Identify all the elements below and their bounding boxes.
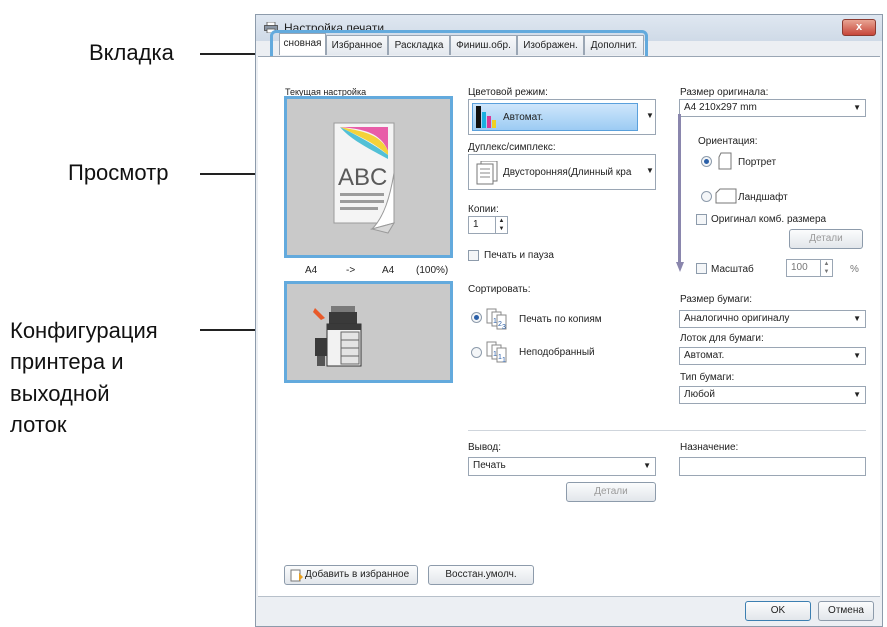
add-favorite-button[interactable]: Добавить в избранное <box>284 565 418 585</box>
destination-input[interactable] <box>679 457 866 476</box>
orig-size-dropdown-icon: ▼ <box>853 103 861 112</box>
duplex-label: Дуплекс/симплекс: <box>468 142 556 153</box>
copies-label: Копии: <box>468 204 499 215</box>
orientation-label: Ориентация: <box>698 136 758 147</box>
tray-value: Автомат. <box>684 350 725 361</box>
paper-size-value: Аналогично оригиналу <box>684 313 790 324</box>
section-divider <box>468 430 866 431</box>
output-value: Печать <box>473 460 506 471</box>
svg-text:3: 3 <box>502 324 506 331</box>
orig-size-select[interactable]: A4 210x297 mm ▼ <box>679 99 866 117</box>
print-pause-label: Печать и пауза <box>484 250 554 261</box>
scale-unit: % <box>850 264 859 275</box>
orig-size-value: A4 210x297 mm <box>684 102 757 113</box>
page-preview: ABC <box>284 96 453 258</box>
sort-uncollated-radio[interactable] <box>471 347 482 358</box>
printer-icon-large <box>313 306 362 367</box>
sort-uncollated-label: Неподобранный <box>519 347 595 358</box>
uncollated-icon: 1 1 1 <box>486 341 507 364</box>
tray-select[interactable]: Автомат. ▼ <box>679 347 866 365</box>
sort-label: Сортировать: <box>468 284 531 295</box>
scale-spinner[interactable]: ▲ ▼ <box>820 260 832 276</box>
paper-type-value: Любой <box>684 389 715 400</box>
color-mode-label: Цветовой режим: <box>468 87 548 98</box>
scale-value: 100 <box>791 262 808 273</box>
duplex-pages-icon <box>476 161 498 185</box>
svg-text:1: 1 <box>502 357 506 364</box>
restore-default-button[interactable]: Восстан.умолч. <box>428 565 534 585</box>
add-favorite-label: Добавить в избранное <box>305 569 410 580</box>
orig-size-label: Размер оригинала: <box>680 87 769 98</box>
color-mode-dropdown-icon: ▼ <box>646 111 654 120</box>
ok-button[interactable]: OK <box>745 601 811 621</box>
size-arrow: -> <box>346 265 356 276</box>
size-from: A4 <box>305 265 318 276</box>
paper-size-label: Размер бумаги: <box>680 294 752 305</box>
scale-arrow-indicator <box>676 114 684 272</box>
duplex-dropdown-icon: ▼ <box>646 166 654 175</box>
print-pause-checkbox[interactable] <box>468 250 479 261</box>
sort-collate-radio[interactable] <box>471 312 482 323</box>
scale-checkbox[interactable] <box>696 263 707 274</box>
sort-collate-label: Печать по копиям <box>519 314 602 325</box>
callout-config-line2: принтера и <box>10 349 124 374</box>
destination-label: Назначение: <box>680 442 739 453</box>
collate-icon: 1 2 3 <box>486 308 507 331</box>
callout-preview: Просмотр <box>68 160 169 185</box>
size-percent: (100%) <box>416 265 449 276</box>
callout-config-line4: лоток <box>10 412 67 437</box>
portrait-label: Портрет <box>738 157 777 168</box>
add-favorite-icon <box>290 569 303 582</box>
cancel-button[interactable]: Отмена <box>818 601 874 621</box>
mixed-size-checkbox[interactable] <box>696 214 707 225</box>
callout-config-line1: Конфигурация <box>10 318 158 343</box>
footer-divider <box>258 596 880 597</box>
paper-size-select[interactable]: Аналогично оригиналу ▼ <box>679 310 866 328</box>
svg-text:1: 1 <box>493 351 497 358</box>
paper-type-label: Тип бумаги: <box>680 372 735 383</box>
preview-abc-text: ABC <box>338 164 387 191</box>
color-bars-icon <box>476 106 496 128</box>
copies-value: 1 <box>473 219 479 230</box>
tray-dropdown-icon: ▼ <box>853 351 861 360</box>
output-label: Вывод: <box>468 442 502 453</box>
landscape-label: Ландшафт <box>738 192 788 203</box>
portrait-page-icon <box>718 152 732 170</box>
landscape-radio[interactable] <box>701 191 712 202</box>
output-dropdown-icon: ▼ <box>643 461 651 470</box>
paper-type-dropdown-icon: ▼ <box>853 390 861 399</box>
color-mode-select[interactable]: Автомат. ▼ <box>468 99 656 135</box>
color-mode-value: Автомат. <box>503 112 544 123</box>
callout-config-line3: выходной <box>10 381 110 406</box>
paper-type-select[interactable]: Любой ▼ <box>679 386 866 404</box>
orig-details-button[interactable]: Детали <box>789 229 863 249</box>
scale-input[interactable]: 100 ▲ ▼ <box>786 259 833 277</box>
size-to: A4 <box>382 265 395 276</box>
paper-size-dropdown-icon: ▼ <box>853 314 861 323</box>
callout-tab: Вкладка <box>89 40 174 65</box>
output-details-button[interactable]: Детали <box>566 482 656 502</box>
tray-label: Лоток для бумаги: <box>680 333 764 344</box>
duplex-value: Двусторонняя(Длинный кра <box>503 167 632 178</box>
landscape-page-icon <box>715 188 737 204</box>
document-preview-icon: ABC <box>333 122 396 234</box>
duplex-select[interactable]: Двусторонняя(Длинный кра ▼ <box>468 154 656 190</box>
output-select[interactable]: Печать ▼ <box>468 457 656 476</box>
portrait-radio[interactable] <box>701 156 712 167</box>
copies-input[interactable]: 1 ▲ ▼ <box>468 216 508 234</box>
svg-text:1: 1 <box>493 318 497 325</box>
mixed-size-label: Оригинал комб. размера <box>711 214 827 225</box>
close-button[interactable]: x <box>842 19 876 36</box>
scale-label: Масштаб <box>711 264 754 275</box>
copies-spinner[interactable]: ▲ ▼ <box>495 217 507 233</box>
printer-configuration-preview <box>284 281 453 383</box>
